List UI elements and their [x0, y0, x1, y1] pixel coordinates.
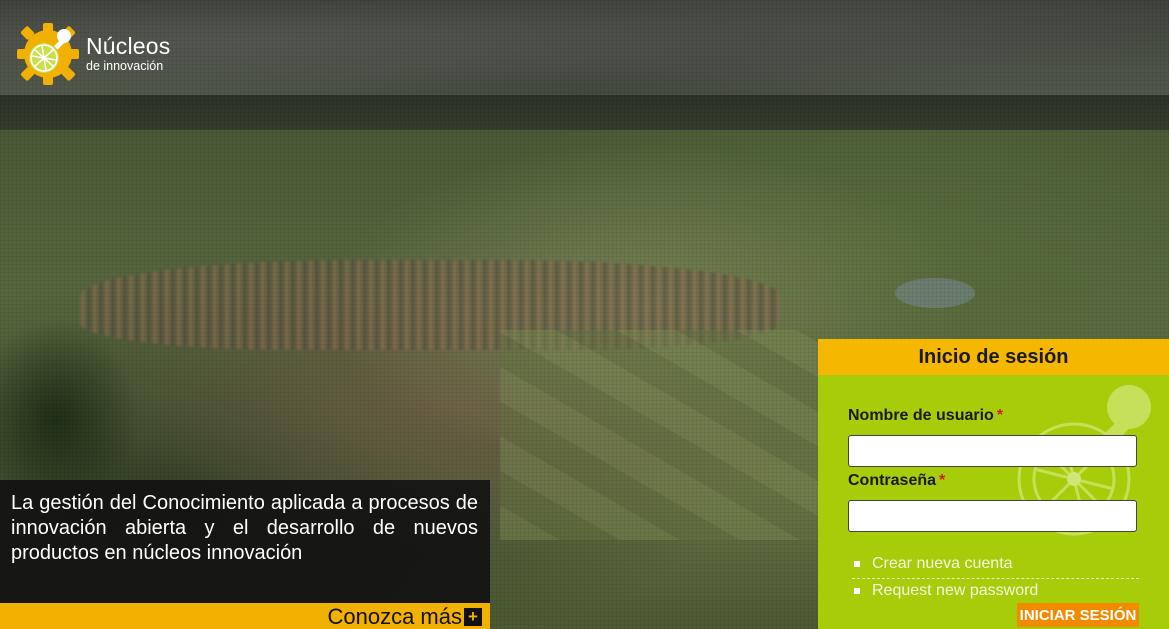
learn-more-link[interactable]: Conozca más +	[327, 604, 482, 629]
plus-icon: +	[464, 608, 482, 626]
page: Núcleos de innovación La gestión del Con…	[0, 0, 1169, 629]
list-item: Request new password	[852, 579, 1139, 605]
logo-subtitle: de innovación	[86, 59, 164, 74]
logo-text: Núcleos de innovación	[86, 35, 171, 73]
password-label: Contraseña *	[848, 472, 945, 490]
username-input[interactable]	[848, 435, 1137, 467]
tagline-box: La gestión del Conocimiento aplicada a p…	[0, 480, 490, 603]
username-label-text: Nombre de usuario	[848, 407, 994, 424]
username-label: Nombre de usuario *	[848, 407, 1003, 425]
password-label-text: Contraseña	[848, 472, 937, 489]
bullet-icon	[854, 561, 860, 567]
password-required-marker: *	[939, 472, 946, 489]
list-item: Crear nueva cuenta	[852, 552, 1139, 579]
bullet-icon	[854, 588, 860, 594]
account-links: Crear nueva cuenta Request new password	[852, 552, 1139, 605]
more-bar: Conozca más +	[0, 603, 490, 629]
username-required-marker: *	[996, 407, 1004, 424]
request-password-link[interactable]: Request new password	[872, 582, 1038, 599]
login-form: Inicio de sesión Nombre de usuario * Cont…	[818, 339, 1169, 629]
learn-more-label: Conozca más	[327, 604, 462, 629]
tagline-text: La gestión del Conocimiento aplicada a p…	[11, 492, 478, 564]
create-account-link[interactable]: Crear nueva cuenta	[872, 555, 1013, 572]
password-input[interactable]	[848, 500, 1137, 532]
site-logo[interactable]: Núcleos de innovación	[14, 20, 171, 88]
gear-lightbulb-icon	[17, 23, 79, 85]
login-submit-button[interactable]: INICIAR SESIÓN	[1017, 603, 1139, 627]
logo-title: Núcleos	[86, 33, 171, 60]
